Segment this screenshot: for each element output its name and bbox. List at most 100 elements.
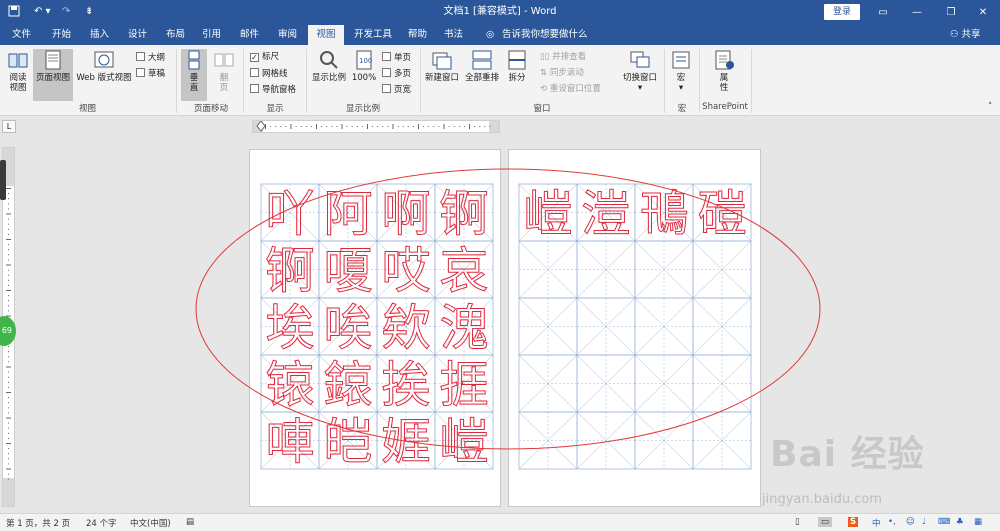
- punctuation-icon[interactable]: •,: [888, 517, 896, 527]
- sogou-icon[interactable]: S: [848, 517, 859, 527]
- share-button[interactable]: ⚇ 共享: [946, 25, 985, 45]
- tab-developer[interactable]: 开发工具: [350, 25, 396, 45]
- toolbox-icon[interactable]: ▦: [974, 517, 982, 527]
- language[interactable]: 中文(中国): [130, 517, 171, 529]
- ruler-tick: [361, 126, 363, 127]
- ruler-tick: [479, 126, 481, 127]
- side-to-side-button[interactable]: 翻 页: [211, 49, 237, 93]
- ruler-tick: [8, 274, 9, 276]
- tell-me-icon[interactable]: ◎: [482, 25, 498, 45]
- ruler-tick: [367, 124, 368, 129]
- one-page-button[interactable]: 单页: [382, 52, 411, 64]
- tab-references[interactable]: 引用: [198, 25, 225, 45]
- gridlines-checkbox[interactable]: 网格线: [250, 68, 288, 80]
- ime-chinese-icon[interactable]: 中: [872, 517, 881, 529]
- collapse-ribbon-icon[interactable]: ˄: [988, 102, 992, 113]
- ruler-tick: [341, 124, 343, 129]
- ruler-tick: [316, 124, 317, 129]
- arrange-all-button[interactable]: 全部重排: [463, 49, 501, 83]
- chevron-down-icon: ▾: [678, 83, 684, 93]
- page-1: 吖阿啊锕锕嗄哎哀埃唉欸溾锿鎄挨捱唓皑娾嵦: [249, 149, 501, 507]
- web-layout-button[interactable]: Web 版式视图: [74, 49, 134, 83]
- ruler-tick: [300, 126, 302, 127]
- sync-scroll-button[interactable]: ⇅ 同步滚动: [540, 68, 584, 79]
- arrange-all-label: 全部重排: [464, 73, 499, 83]
- zoom-button[interactable]: 显示比例: [310, 49, 348, 83]
- emoji-icon[interactable]: ☺: [906, 517, 915, 527]
- word-count[interactable]: 24 个字: [86, 517, 117, 529]
- ruler-tick: [8, 208, 9, 210]
- switch-windows-button[interactable]: 切换窗口 ▾: [620, 49, 660, 93]
- tab-layout[interactable]: 布局: [162, 25, 189, 45]
- ruler-tick: [8, 448, 9, 450]
- skin-icon[interactable]: ♣: [956, 517, 964, 527]
- ribbon: 阅读 视图 页面视图 Web 版式视图 大纲 草稿 视图 垂 直 翻 页 页面移…: [0, 45, 1000, 116]
- ruler-tick: [8, 412, 9, 414]
- reset-window-button[interactable]: ⟲ 重设窗口位置: [540, 84, 601, 95]
- ruler-tick: [8, 254, 9, 256]
- switch-windows-label: 切换窗口: [622, 73, 657, 83]
- calligraphy-character: 唉: [323, 299, 372, 357]
- group-show: 显示: [266, 104, 284, 114]
- draft-label: 草稿: [148, 69, 166, 79]
- page-count[interactable]: 第 1 页，共 2 页: [6, 517, 70, 529]
- checkbox-icon: [250, 68, 259, 77]
- calligraphy-character: 磑: [697, 185, 746, 243]
- split-button[interactable]: 拆分: [504, 49, 530, 83]
- tab-design[interactable]: 设计: [124, 25, 151, 45]
- tab-view[interactable]: 视图: [308, 25, 344, 45]
- ruler-tick: [6, 239, 11, 240]
- read-mode-icon[interactable]: ▯: [795, 517, 800, 527]
- read-mode-label: 阅读 视图: [9, 73, 27, 93]
- restore-icon[interactable]: ❐: [934, 0, 968, 25]
- tab-review[interactable]: 审阅: [274, 25, 301, 45]
- zoom-label: 显示比例: [311, 73, 346, 83]
- print-layout-icon[interactable]: ▭: [818, 517, 833, 527]
- draft-button[interactable]: 草稿: [136, 68, 165, 80]
- macros-button[interactable]: 宏 ▾: [668, 49, 694, 93]
- tell-me-box[interactable]: 告诉我你想要做什么: [498, 25, 592, 45]
- switch-windows-icon: [630, 51, 650, 68]
- tab-home[interactable]: 开始: [48, 25, 75, 45]
- ruler-tick: [8, 346, 9, 348]
- ribbon-display-options-icon[interactable]: ▭: [866, 0, 900, 25]
- print-layout-button[interactable]: 页面视图: [33, 49, 73, 101]
- ruler-tick: [8, 371, 9, 373]
- ruler-tick: [6, 264, 11, 266]
- read-mode-button[interactable]: 阅读 视图: [4, 49, 32, 93]
- tab-calligraphy[interactable]: 书法: [440, 25, 467, 45]
- navigation-pane-checkbox[interactable]: 导航窗格: [250, 84, 296, 96]
- properties-icon: [715, 50, 734, 70]
- properties-button[interactable]: 属 性: [710, 49, 738, 93]
- tab-insert[interactable]: 插入: [86, 25, 113, 45]
- zoom-100-button[interactable]: 100 100%: [350, 49, 378, 83]
- ruler-checkbox[interactable]: ✓ 标尺: [250, 52, 279, 63]
- new-window-button[interactable]: 新建窗口: [424, 49, 460, 83]
- horizontal-ruler[interactable]: [252, 120, 500, 133]
- close-icon[interactable]: ✕: [966, 0, 1000, 25]
- vertical-button[interactable]: 垂 直: [181, 49, 207, 101]
- ruler-tick: [453, 126, 455, 127]
- macro-record-icon[interactable]: ▤: [186, 517, 194, 527]
- multiple-pages-button[interactable]: 多页: [382, 68, 411, 80]
- pane-handle[interactable]: [0, 160, 6, 200]
- calligraphy-character: 皑: [323, 413, 372, 471]
- outline-button[interactable]: 大纲: [136, 52, 165, 64]
- ruler-tick: [382, 126, 384, 127]
- tab-selector[interactable]: L: [2, 120, 16, 133]
- tab-mailings[interactable]: 邮件: [236, 25, 263, 45]
- view-side-by-side-button[interactable]: ▯▯ 并排查看: [540, 52, 586, 63]
- minimize-icon[interactable]: —: [900, 0, 934, 25]
- ruler-tick: [489, 126, 491, 127]
- ruler-tick: [8, 453, 9, 455]
- tab-help[interactable]: 帮助: [404, 25, 431, 45]
- ruler-tick: [280, 126, 282, 127]
- ruler-tick: [6, 188, 11, 189]
- page-width-button[interactable]: 页宽: [382, 84, 411, 96]
- keyboard-icon[interactable]: ⌨: [938, 517, 950, 527]
- ruler-tick: [8, 386, 9, 388]
- tab-file[interactable]: 文件: [8, 25, 35, 45]
- calligraphy-character: 锕: [439, 185, 488, 243]
- microphone-icon[interactable]: ♩: [922, 517, 926, 527]
- login-button[interactable]: 登录: [824, 4, 860, 20]
